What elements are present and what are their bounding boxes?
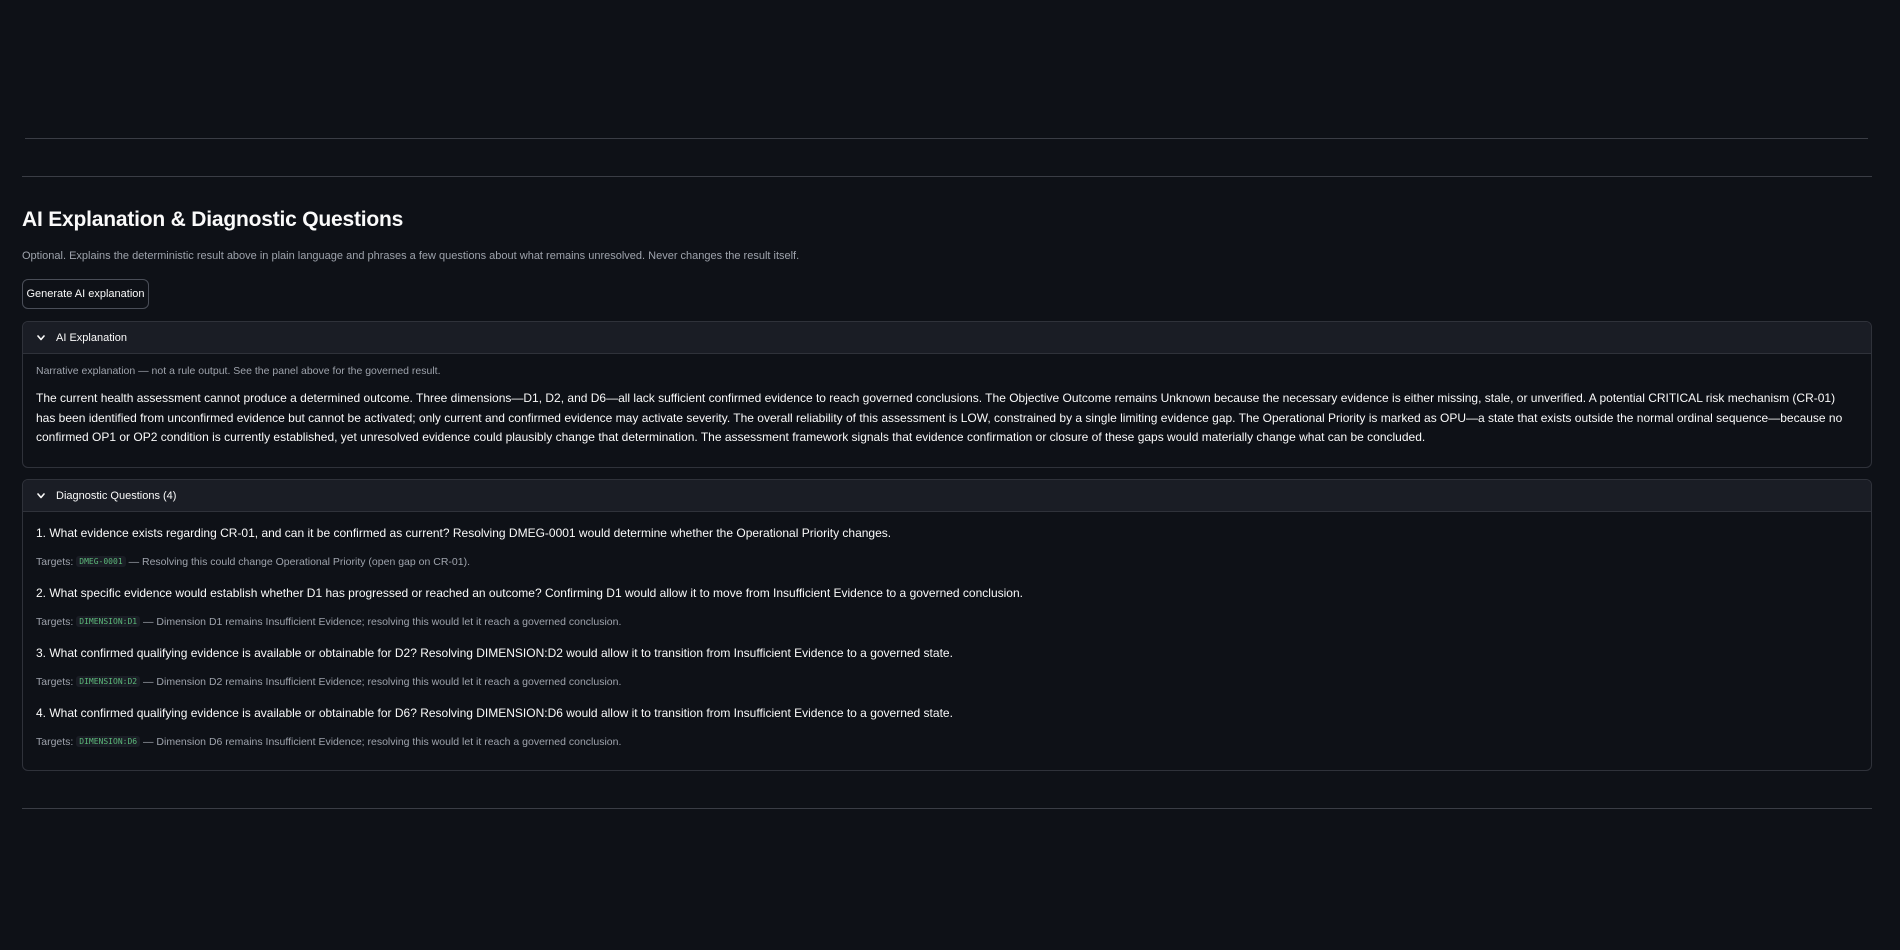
diagnostic-questions-expander: Diagnostic Questions (4) 1. What evidenc…: [22, 479, 1872, 771]
page: AI Explanation & Diagnostic Questions Op…: [0, 0, 1900, 950]
question-targets: Targets: DIMENSION:D6 — Dimension D6 rem…: [36, 735, 1857, 749]
ai-explanation-expander: AI Explanation Narrative explanation — n…: [22, 321, 1872, 468]
ai-explanation-header-label: AI Explanation: [56, 331, 127, 344]
question-item: 3. What confirmed qualifying evidence is…: [36, 645, 1857, 689]
targets-label: Targets:: [36, 616, 74, 628]
diagnostic-questions-body: 1. What evidence exists regarding CR-01,…: [23, 512, 1871, 761]
diagnostic-questions-header-label: Diagnostic Questions (4): [56, 489, 177, 502]
section-title: AI Explanation & Diagnostic Questions: [22, 208, 404, 231]
target-note: — Dimension D1 remains Insufficient Evid…: [143, 616, 622, 628]
question-item: 1. What evidence exists regarding CR-01,…: [36, 525, 1857, 569]
chevron-down-icon: [35, 490, 47, 502]
ai-explanation-expander-header[interactable]: AI Explanation: [23, 322, 1871, 354]
target-code: DIMENSION:D6: [76, 736, 141, 747]
target-code: DIMENSION:D2: [76, 676, 141, 687]
divider-bottom: [22, 808, 1872, 809]
target-code: DIMENSION:D1: [76, 616, 141, 627]
target-note: — Dimension D6 remains Insufficient Evid…: [143, 736, 622, 748]
diagnostic-questions-expander-header[interactable]: Diagnostic Questions (4): [23, 480, 1871, 512]
narrative-text: The current health assessment cannot pro…: [36, 391, 1843, 444]
question-text: 3. What confirmed qualifying evidence is…: [36, 646, 953, 660]
question-text: 4. What confirmed qualifying evidence is…: [36, 706, 953, 720]
target-code: DMEG-0001: [76, 556, 126, 567]
section-subtitle: Optional. Explains the deterministic res…: [22, 250, 800, 262]
ai-explanation-body: Narrative explanation — not a rule outpu…: [23, 354, 1871, 460]
question-targets: Targets: DMEG-0001 — Resolving this coul…: [36, 555, 1857, 569]
question-text: 1. What evidence exists regarding CR-01,…: [36, 526, 892, 540]
question-targets: Targets: DIMENSION:D1 — Dimension D1 rem…: [36, 615, 1857, 629]
chevron-down-icon: [35, 332, 47, 344]
target-note: — Dimension D2 remains Insufficient Evid…: [143, 676, 622, 688]
targets-label: Targets:: [36, 676, 74, 688]
targets-label: Targets:: [36, 736, 74, 748]
target-note: — Resolving this could change Operationa…: [128, 556, 470, 568]
divider-section: [22, 176, 1872, 177]
targets-label: Targets:: [36, 556, 74, 568]
question-item: 4. What confirmed qualifying evidence is…: [36, 705, 1857, 749]
question-text: 2. What specific evidence would establis…: [36, 586, 1023, 600]
divider-top: [25, 138, 1868, 139]
generate-ai-explanation-button[interactable]: Generate AI explanation: [22, 279, 149, 309]
narrative-caption: Narrative explanation — not a rule outpu…: [36, 365, 441, 377]
question-targets: Targets: DIMENSION:D2 — Dimension D2 rem…: [36, 675, 1857, 689]
question-item: 2. What specific evidence would establis…: [36, 585, 1857, 629]
